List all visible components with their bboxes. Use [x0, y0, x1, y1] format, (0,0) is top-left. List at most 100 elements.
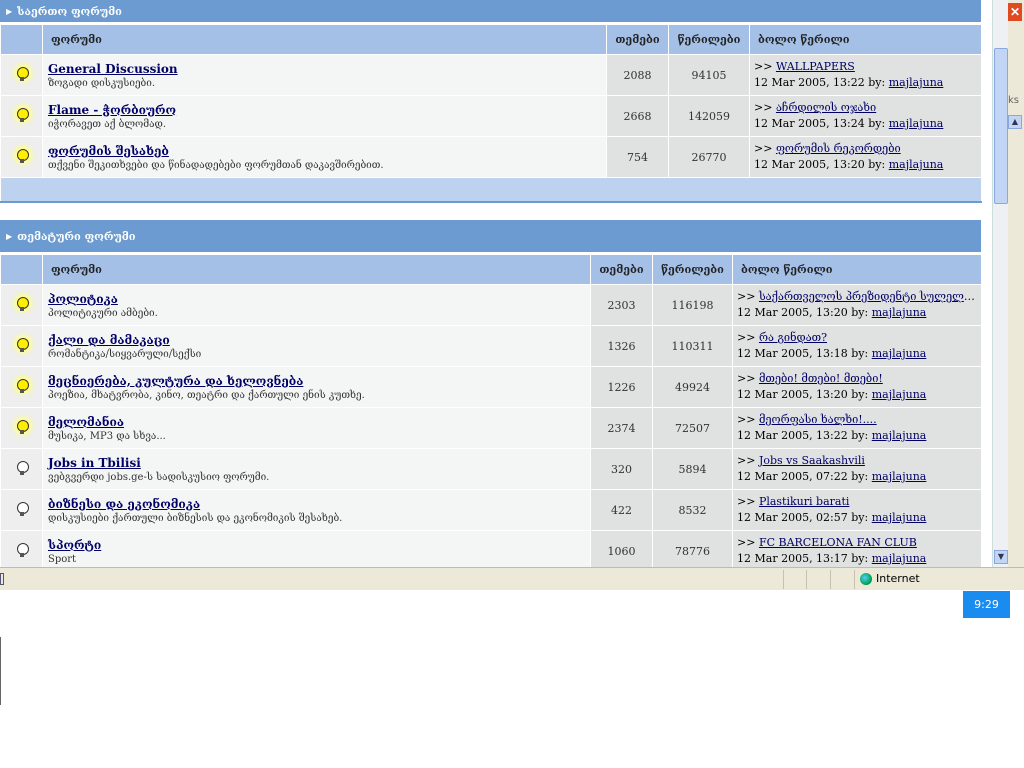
last-post-user-link[interactable]: majlajuna — [872, 306, 927, 319]
last-post-user-link[interactable]: majlajuna — [872, 429, 927, 442]
forum-title-link[interactable]: ქალი და მამაკაცი — [48, 333, 590, 347]
header-topics: თემები — [606, 24, 669, 55]
forum-title-link[interactable]: Flame - ჭორბიურო — [48, 103, 606, 117]
last-post-date: 12 Mar 2005, 13:17 by: — [737, 552, 869, 565]
scroll-up-button[interactable]: ▲ — [1008, 115, 1022, 129]
forum-title-link[interactable]: Jobs in Tbilisi — [48, 456, 590, 470]
forum-status-cell — [0, 448, 43, 490]
posts-count: 78776 — [652, 530, 733, 567]
forum-title-link[interactable]: ფორუმის შესახებ — [48, 144, 606, 158]
last-post-user-link[interactable]: majlajuna — [889, 158, 944, 171]
scrollbar-thumb[interactable] — [994, 48, 1008, 204]
posts-count: 116198 — [652, 284, 733, 326]
topics-count: 754 — [606, 136, 669, 178]
taskbar-clock[interactable]: 9:29 — [963, 591, 1010, 618]
last-post-user-link[interactable]: majlajuna — [872, 552, 927, 565]
last-post-date: 12 Mar 2005, 13:22 by: — [737, 429, 869, 442]
last-post-user-link[interactable]: majlajuna — [889, 117, 944, 130]
forum-row: ქალი და მამაკაცი რომანტიკა/სიყვარული/სექს… — [0, 325, 982, 367]
last-post-user-link[interactable]: majlajuna — [872, 388, 927, 401]
last-post-user-link[interactable]: majlajuna — [872, 347, 927, 360]
forum-status-cell — [0, 325, 43, 367]
header-forum: ფორუმი — [42, 24, 607, 55]
divider — [0, 637, 1, 705]
last-post-prefix: >> — [754, 60, 773, 73]
last-post-user-link[interactable]: majlajuna — [889, 76, 944, 89]
topics-count: 2088 — [606, 54, 669, 96]
section-header[interactable]: ▶ საერთო ფორუმი — [0, 0, 981, 24]
last-post-date: 12 Mar 2005, 02:57 by: — [737, 511, 869, 524]
topics-count: 320 — [590, 448, 653, 490]
last-post-link[interactable]: მეორფასი ხალხი!.... — [759, 413, 877, 426]
expand-arrow-icon[interactable]: ▶ — [6, 231, 12, 241]
last-post-prefix: >> — [737, 331, 756, 344]
globe-icon — [860, 572, 872, 585]
lightbulb-icon — [16, 501, 29, 516]
forum-status-cell — [0, 284, 43, 326]
column-header-row: ფორუმი თემები წერილები ბოლო წერილი — [0, 254, 982, 285]
last-post-link[interactable]: საქართველოს პრეზიდენტი სულელია... — [759, 290, 981, 303]
expand-arrow-icon[interactable]: ▶ — [6, 6, 12, 16]
topics-count: 1326 — [590, 325, 653, 367]
forum-row: სპორტი Sport 1060 78776 >> FC BARCELONA F… — [0, 530, 982, 567]
forum-row: მეცნიერება, კულტურა და ხელოვნება პოეზია, … — [0, 366, 982, 408]
forum-table: ფორუმი თემები წერილები ბოლო წერილი პოლიტიკა… — [0, 254, 982, 567]
forum-title-link[interactable]: სპორტი — [48, 538, 590, 552]
header-posts: წერილები — [652, 254, 733, 285]
last-post-date: 12 Mar 2005, 13:18 by: — [737, 347, 869, 360]
lightbulb-icon — [16, 107, 29, 122]
section-header[interactable]: ▶ თემატური ფორუმი — [0, 220, 981, 254]
last-post-user-link[interactable]: majlajuna — [872, 470, 927, 483]
last-post-link[interactable]: მთები! მთები! მთები! — [759, 372, 883, 385]
section-thematic-forums: ▶ თემატური ფორუმი ფორუმი თემები წერილები ბოლო… — [0, 220, 982, 567]
close-icon[interactable]: ✕ — [1008, 3, 1022, 21]
posts-count: 5894 — [652, 448, 733, 490]
last-post-link[interactable]: WALLPAPERS — [776, 60, 855, 73]
forum-table: ფორუმი თემები წერილები ბოლო წერილი General … — [0, 24, 982, 203]
lightbulb-icon — [16, 66, 29, 81]
lightbulb-icon — [16, 460, 29, 475]
forum-description: პოლიტიკური ამბები. — [48, 307, 158, 319]
header-last-post: ბოლო წერილი — [732, 254, 982, 285]
last-post-link[interactable]: ფორუმის რეკორდები — [776, 142, 901, 155]
lightbulb-icon — [16, 296, 29, 311]
forum-description: პოეზია, მხატვრობა, კინო, თეატრი და ქართუ… — [48, 389, 365, 401]
forum-description: ზოგადი დისკუსიები. — [48, 77, 156, 89]
forum-description: იჭორავეთ აქ ბლომად. — [48, 118, 167, 130]
forum-description: რომანტიკა/სიყვარული/სექსი — [48, 348, 202, 360]
last-post-link[interactable]: რა გინდათ? — [759, 331, 827, 344]
toolbar-fragment: ks — [1008, 95, 1020, 106]
forum-title-link[interactable]: ბიზნესი და ეკონომიკა — [48, 497, 590, 511]
forum-row: მელომანია მუსიკა, MP3 და სხვა... 2374 725… — [0, 407, 982, 449]
forum-status-cell — [0, 489, 43, 531]
topics-count: 2374 — [590, 407, 653, 449]
header-icon — [0, 254, 43, 285]
forum-row: Flame - ჭორბიურო იჭორავეთ აქ ბლომად. 2668… — [0, 95, 982, 137]
forum-description: დისკუსიები ქართული ბიზნესის და ეკონომიკი… — [48, 512, 343, 524]
last-post-link[interactable]: FC BARCELONA FAN CLUB — [759, 536, 917, 549]
forum-title-link[interactable]: მეცნიერება, კულტურა და ხელოვნება — [48, 374, 590, 388]
lightbulb-icon — [16, 148, 29, 163]
last-post-user-link[interactable]: majlajuna — [872, 511, 927, 524]
last-post-link[interactable]: აჩრდილის ოჯახი — [776, 101, 876, 114]
forum-row: ფორუმის შესახებ თქვენი შეკითხვები და წინა… — [0, 136, 982, 178]
last-post-link[interactable]: Jobs vs Saakashvili — [759, 454, 865, 467]
header-topics: თემები — [590, 254, 653, 285]
forum-title-link[interactable]: General Discussion — [48, 62, 606, 76]
forum-title-link[interactable]: პოლიტიკა — [48, 292, 590, 306]
header-last-post: ბოლო წერილი — [749, 24, 982, 55]
forum-status-cell — [0, 530, 43, 567]
forum-title-link[interactable]: მელომანია — [48, 415, 590, 429]
vertical-scrollbar[interactable]: ▼ — [992, 0, 1008, 567]
header-icon — [0, 24, 43, 55]
posts-count: 142059 — [668, 95, 750, 137]
lightbulb-icon — [16, 542, 29, 557]
scroll-down-button[interactable]: ▼ — [994, 550, 1008, 564]
posts-count: 72507 — [652, 407, 733, 449]
last-post-prefix: >> — [737, 454, 756, 467]
last-post-link[interactable]: Plastikuri barati — [759, 495, 849, 508]
page-icon — [0, 573, 4, 585]
topics-count: 2668 — [606, 95, 669, 137]
lightbulb-icon — [16, 337, 29, 352]
posts-count: 49924 — [652, 366, 733, 408]
